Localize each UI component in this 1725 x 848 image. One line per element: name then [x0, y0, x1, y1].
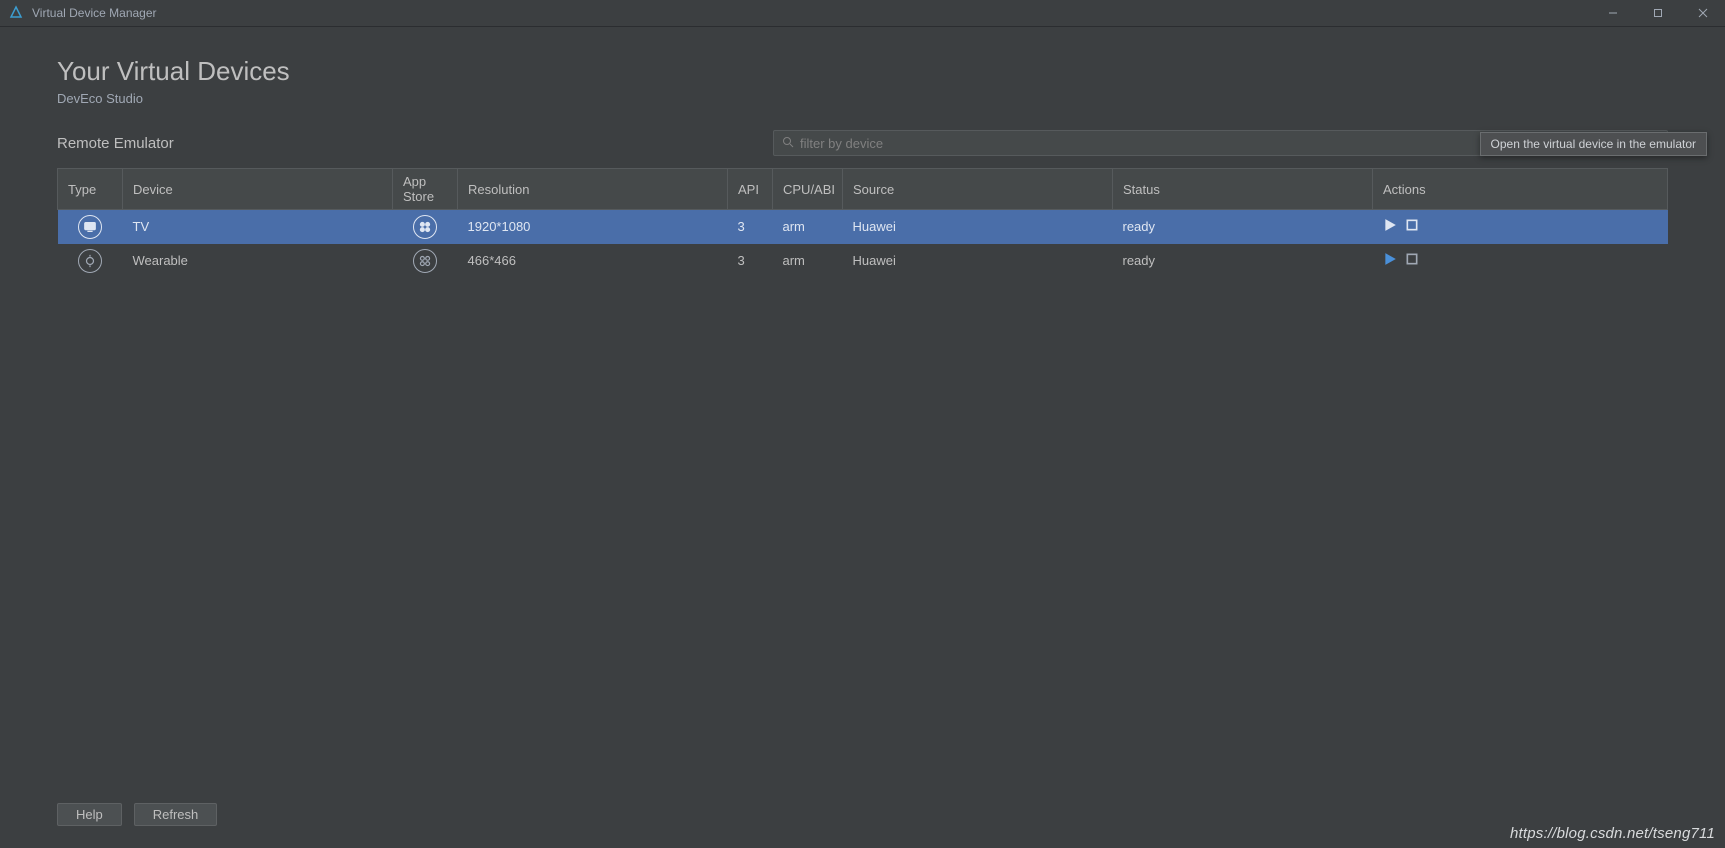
play-button[interactable]: [1383, 218, 1397, 235]
help-button[interactable]: Help: [57, 803, 122, 826]
minimize-button[interactable]: [1590, 0, 1635, 27]
cell-resolution: 1920*1080: [458, 210, 728, 244]
cell-status: ready: [1113, 210, 1373, 244]
stop-button[interactable]: [1405, 252, 1419, 269]
play-button[interactable]: [1383, 252, 1397, 269]
table-row[interactable]: TV 1920*10803armHuaweiready: [58, 210, 1668, 244]
col-resolution[interactable]: Resolution: [458, 169, 728, 210]
col-appstore[interactable]: App Store: [393, 169, 458, 210]
col-source[interactable]: Source: [843, 169, 1113, 210]
cell-api: 3: [728, 244, 773, 278]
col-actions[interactable]: Actions: [1373, 169, 1668, 210]
window-title: Virtual Device Manager: [32, 6, 157, 20]
refresh-button[interactable]: Refresh: [134, 803, 218, 826]
appstore-icon: [413, 249, 437, 273]
cell-api: 3: [728, 210, 773, 244]
table-header-row: Type Device App Store Resolution API CPU…: [58, 169, 1668, 210]
cell-cpu: arm: [773, 244, 843, 278]
col-cpu[interactable]: CPU/ABI: [773, 169, 843, 210]
cell-resolution: 466*466: [458, 244, 728, 278]
cell-source: Huawei: [843, 244, 1113, 278]
maximize-button[interactable]: [1635, 0, 1680, 27]
watermark: https://blog.csdn.net/tseng711: [1510, 825, 1715, 842]
search-icon: [782, 136, 794, 151]
table-row[interactable]: Wearable 466*4663armHuaweiready: [58, 244, 1668, 278]
titlebar: Virtual Device Manager: [0, 0, 1725, 27]
device-table: Type Device App Store Resolution API CPU…: [57, 168, 1668, 278]
stop-button[interactable]: [1405, 218, 1419, 235]
cell-status: ready: [1113, 244, 1373, 278]
footer-buttons: Help Refresh: [57, 803, 217, 826]
tv-icon: [78, 215, 102, 239]
content-area: Your Virtual Devices DevEco Studio Remot…: [0, 27, 1725, 848]
cell-device: TV: [123, 210, 393, 244]
col-api[interactable]: API: [728, 169, 773, 210]
close-button[interactable]: [1680, 0, 1725, 27]
col-status[interactable]: Status: [1113, 169, 1373, 210]
page-subtitle: DevEco Studio: [57, 91, 1668, 106]
play-tooltip: Open the virtual device in the emulator: [1480, 132, 1707, 156]
cell-device: Wearable: [123, 244, 393, 278]
section-label: Remote Emulator: [57, 135, 174, 152]
appstore-icon: [413, 215, 437, 239]
col-device[interactable]: Device: [123, 169, 393, 210]
cell-source: Huawei: [843, 210, 1113, 244]
app-logo-icon: [8, 5, 24, 21]
page-title: Your Virtual Devices: [57, 56, 1668, 87]
cell-cpu: arm: [773, 210, 843, 244]
col-type[interactable]: Type: [58, 169, 123, 210]
wearable-icon: [78, 249, 102, 273]
